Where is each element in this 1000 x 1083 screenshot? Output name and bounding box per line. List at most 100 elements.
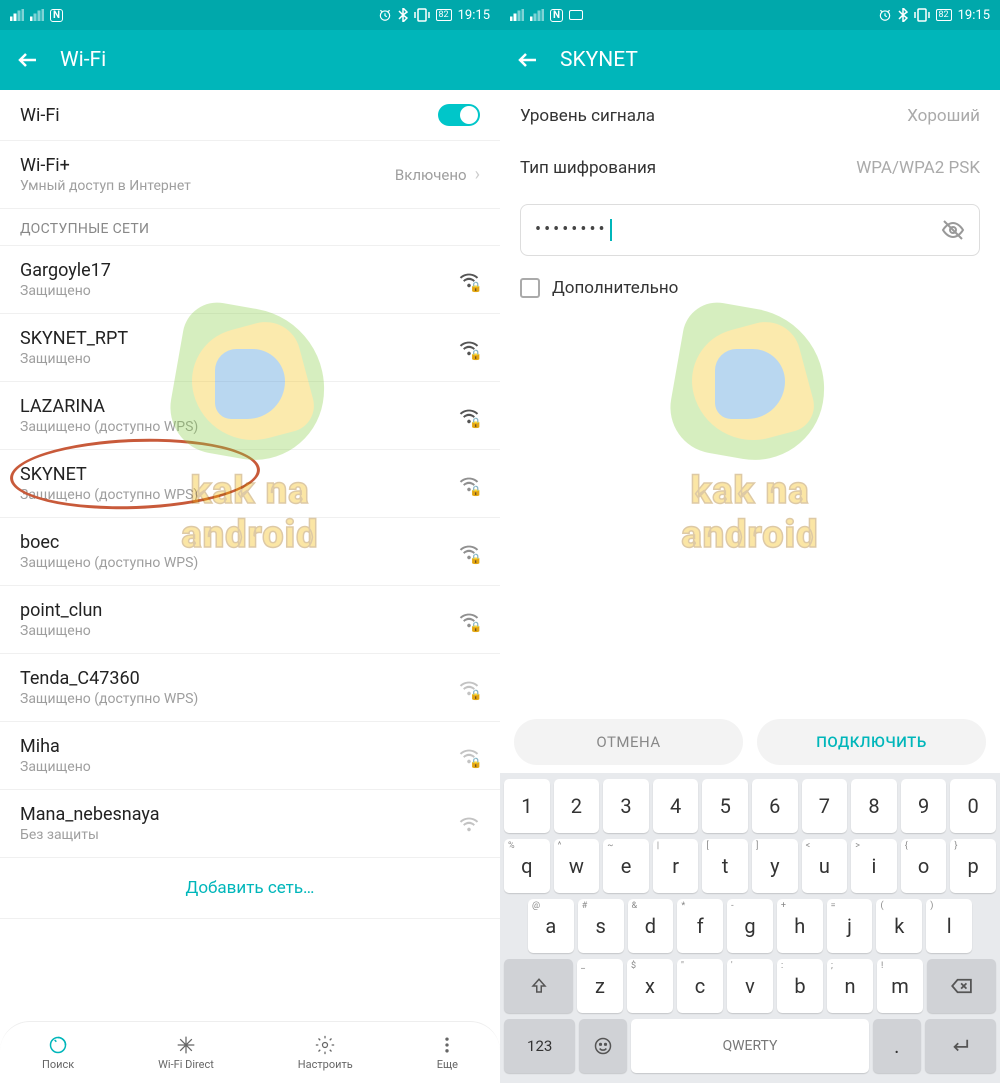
wifi-toggle-label: Wi-Fi	[20, 105, 60, 126]
key-space[interactable]: QWERTY	[631, 1019, 869, 1073]
key-w[interactable]: ^w	[554, 839, 600, 893]
app-bar: Wi-Fi	[0, 30, 500, 90]
cancel-button[interactable]: ОТМЕНА	[514, 719, 743, 765]
network-item[interactable]: Tenda_C47360Защищено (доступно WPS)🔒	[0, 654, 500, 722]
page-title: Wi-Fi	[60, 48, 106, 72]
key-shift[interactable]	[504, 959, 573, 1013]
nav-wifi-direct[interactable]: Wi-Fi Direct	[158, 1035, 214, 1071]
key-9[interactable]: 9	[901, 779, 947, 833]
encryption-label: Тип шифрования	[520, 158, 656, 178]
key-o[interactable]: {o	[901, 839, 947, 893]
key-0[interactable]: 0	[950, 779, 996, 833]
wifi-signal-icon: 🔒	[458, 337, 480, 359]
key-z[interactable]: _z	[577, 959, 623, 1013]
nav-more[interactable]: Еще	[437, 1035, 458, 1071]
network-item[interactable]: MihaЗащищено🔒	[0, 722, 500, 790]
network-item[interactable]: SKYNETЗащищено (доступно WPS)🔒	[0, 450, 500, 518]
nav-search[interactable]: Поиск	[42, 1035, 74, 1071]
key-y[interactable]: ]y	[752, 839, 798, 893]
key-g[interactable]: -g	[727, 899, 773, 953]
network-sub: Защищено	[20, 283, 111, 299]
password-input[interactable]: ••••••••	[520, 204, 980, 256]
network-name: boec	[20, 532, 198, 553]
network-name: LAZARINA	[20, 396, 198, 417]
network-sub: Без защиты	[20, 827, 160, 843]
wifi-signal-icon: 🔒	[458, 745, 480, 767]
key-m[interactable]: !m	[877, 959, 923, 1013]
key-7[interactable]: 7	[802, 779, 848, 833]
key-8[interactable]: 8	[851, 779, 897, 833]
eye-off-icon[interactable]	[941, 218, 965, 242]
battery-percent: 82	[936, 9, 952, 21]
battery-percent: 82	[436, 9, 452, 21]
key-dot[interactable]: .	[873, 1019, 921, 1073]
key-2[interactable]: 2	[554, 779, 600, 833]
key-q[interactable]: %q	[504, 839, 550, 893]
key-t[interactable]: [t	[702, 839, 748, 893]
wifi-toggle-switch[interactable]	[438, 104, 480, 126]
key-4[interactable]: 4	[653, 779, 699, 833]
encryption-value: WPA/WPA2 PSK	[856, 158, 980, 178]
key-d[interactable]: &d	[628, 899, 674, 953]
key-b[interactable]: :b	[777, 959, 823, 1013]
wifi-signal-icon: 🔒	[458, 405, 480, 427]
key-u[interactable]: <u	[802, 839, 848, 893]
network-item[interactable]: Mana_nebesnayaБез защиты	[0, 790, 500, 858]
vibrate-icon	[414, 8, 430, 22]
back-icon[interactable]	[16, 48, 40, 72]
network-item[interactable]: point_clunЗащищено🔒	[0, 586, 500, 654]
network-sub: Защищено (доступно WPS)	[20, 555, 198, 571]
key-1[interactable]: 1	[504, 779, 550, 833]
key-v[interactable]: 'v	[727, 959, 773, 1013]
add-network-button[interactable]: Добавить сеть…	[0, 858, 500, 919]
back-icon[interactable]	[516, 48, 540, 72]
bluetooth-icon	[398, 8, 408, 22]
key-j[interactable]: =j	[827, 899, 873, 953]
key-emoji[interactable]	[579, 1019, 627, 1073]
key-backspace[interactable]	[927, 959, 996, 1013]
key-6[interactable]: 6	[752, 779, 798, 833]
network-item[interactable]: SKYNET_RPT Защищено 🔒	[0, 314, 500, 382]
key-k[interactable]: (k	[876, 899, 922, 953]
key-mode-123[interactable]: 123	[504, 1019, 575, 1073]
network-name: SKYNET_RPT	[20, 328, 128, 349]
nav-settings[interactable]: Настроить	[298, 1035, 353, 1071]
advanced-checkbox-row[interactable]: Дополнительно	[500, 266, 1000, 310]
network-item[interactable]: Gargoyle17Защищено🔒	[0, 246, 500, 314]
key-p[interactable]: }p	[950, 839, 996, 893]
wifi-toggle-row[interactable]: Wi-Fi	[0, 90, 500, 141]
key-h[interactable]: +h	[777, 899, 823, 953]
connect-button[interactable]: ПОДКЛЮЧИТЬ	[757, 719, 986, 765]
key-c[interactable]: "c	[677, 959, 723, 1013]
key-l[interactable]: )l	[926, 899, 972, 953]
signal-value: Хороший	[907, 106, 980, 126]
status-bar: N 82 19:15	[500, 0, 1000, 30]
status-time: 19:15	[458, 8, 490, 23]
key-f[interactable]: *f	[677, 899, 723, 953]
key-3[interactable]: 3	[603, 779, 649, 833]
signal-strength-row: Уровень сигнала Хороший	[500, 90, 1000, 142]
key-r[interactable]: |r	[653, 839, 699, 893]
key-i[interactable]: >i	[851, 839, 897, 893]
key-enter[interactable]	[925, 1019, 996, 1073]
wifi-plus-row[interactable]: Wi-Fi+ Умный доступ в Интернет Включено …	[0, 141, 500, 209]
networks-section-header: ДОСТУПНЫЕ СЕТИ	[0, 209, 500, 246]
key-s[interactable]: #s	[578, 899, 624, 953]
network-name: Gargoyle17	[20, 260, 111, 281]
network-sub: Защищено	[20, 351, 128, 367]
network-item[interactable]: boecЗащищено (доступно WPS)🔒	[0, 518, 500, 586]
key-a[interactable]: @a	[528, 899, 574, 953]
key-n[interactable]: ;n	[827, 959, 873, 1013]
encryption-row: Тип шифрования WPA/WPA2 PSK	[500, 142, 1000, 194]
wifi-plus-value: Включено	[395, 166, 467, 184]
advanced-checkbox[interactable]	[520, 278, 540, 298]
key-x[interactable]: $x	[627, 959, 673, 1013]
key-e[interactable]: ~e	[603, 839, 649, 893]
app-bar: SKYNET	[500, 30, 1000, 90]
wifi-list-screen: N 82 19:15 Wi-Fi Wi-Fi Wi-Fi+ Умный дост…	[0, 0, 500, 1083]
keyboard-indicator-icon	[569, 10, 583, 20]
network-item[interactable]: LAZARINAЗащищено (доступно WPS)🔒	[0, 382, 500, 450]
key-5[interactable]: 5	[702, 779, 748, 833]
signal-label: Уровень сигнала	[520, 106, 655, 126]
network-name: Miha	[20, 736, 91, 757]
